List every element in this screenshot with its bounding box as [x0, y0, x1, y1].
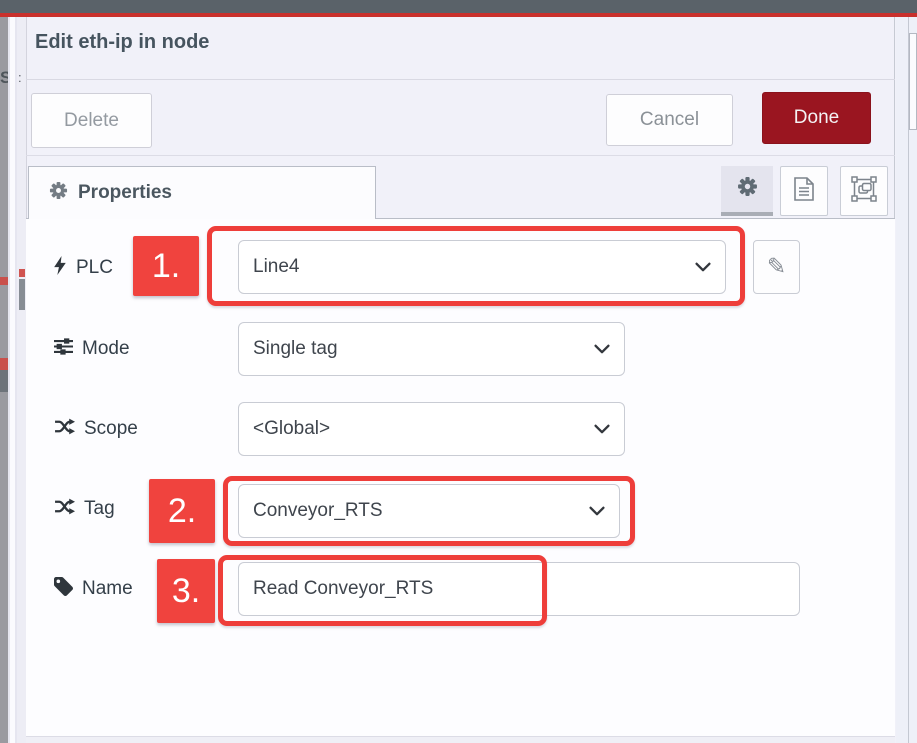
tag-field-label: Tag [54, 496, 115, 522]
tab-properties[interactable]: Properties [28, 166, 376, 219]
delete-button[interactable]: Delete [31, 93, 152, 148]
chevron-down-icon [594, 424, 624, 434]
scope-select[interactable]: <Global> [238, 402, 625, 456]
gear-icon [737, 176, 758, 202]
name-input[interactable] [239, 563, 799, 615]
background-red-fragment [19, 269, 25, 277]
background-text-fragment: S [0, 68, 8, 90]
tag-icon [54, 577, 73, 602]
scope-field-label: Scope [54, 416, 138, 442]
edit-plc-config-button[interactable]: ✎ [753, 240, 800, 294]
pencil-icon: ✎ [767, 253, 786, 280]
shuffle-icon [54, 418, 75, 441]
mode-select[interactable]: Single tag [238, 322, 625, 376]
browser-header-bar [0, 0, 917, 13]
properties-tab-button[interactable] [721, 166, 773, 216]
tag-select-value: Conveyor_RTS [239, 500, 589, 522]
divider [26, 79, 895, 80]
appearance-tab-button[interactable] [840, 166, 888, 216]
name-field-label: Name [54, 576, 133, 602]
dialog-footer-strip [26, 736, 895, 743]
document-icon [794, 177, 814, 206]
scope-select-value: <Global> [239, 418, 594, 440]
dialog-form-area [26, 219, 895, 736]
gear-icon [49, 181, 68, 205]
sliders-icon [54, 338, 73, 361]
scrollbar-thumb[interactable] [909, 33, 917, 130]
shuffle-icon [54, 498, 75, 521]
chevron-down-icon [695, 262, 725, 272]
background-scrollbar-thumb[interactable] [10, 17, 15, 743]
description-tab-button[interactable] [780, 166, 828, 216]
background-red-fragment [0, 358, 8, 370]
dialog-title: Edit eth-ip in node [35, 31, 209, 54]
tag-select[interactable]: Conveyor_RTS [238, 484, 620, 538]
background-page-sliver [17, 17, 26, 743]
done-button[interactable]: Done [762, 92, 871, 144]
plc-select[interactable]: Line4 [238, 240, 726, 294]
screen: S : Edit eth-ip in node Delete Cancel Do… [0, 0, 917, 743]
background-text-fragment: : [18, 70, 24, 88]
annotation-step-badge: 2. [149, 479, 215, 543]
bolt-icon [54, 256, 67, 281]
plc-field-label: PLC [54, 255, 113, 281]
name-input-wrap [238, 562, 800, 616]
plc-select-value: Line4 [239, 256, 695, 278]
divider [26, 155, 895, 156]
mode-field-label: Mode [54, 336, 130, 362]
appearance-frame-icon [851, 176, 877, 207]
annotation-step-badge: 1. [133, 236, 199, 296]
chevron-down-icon [589, 506, 619, 516]
chevron-down-icon [594, 344, 624, 354]
background-gray-fragment [0, 370, 8, 392]
background-red-fragment [0, 277, 8, 285]
annotation-step-badge: 3. [157, 559, 215, 623]
background-gray-fragment [19, 279, 25, 310]
mode-select-value: Single tag [239, 338, 594, 360]
tab-properties-label: Properties [78, 182, 172, 204]
cancel-button[interactable]: Cancel [606, 94, 733, 146]
